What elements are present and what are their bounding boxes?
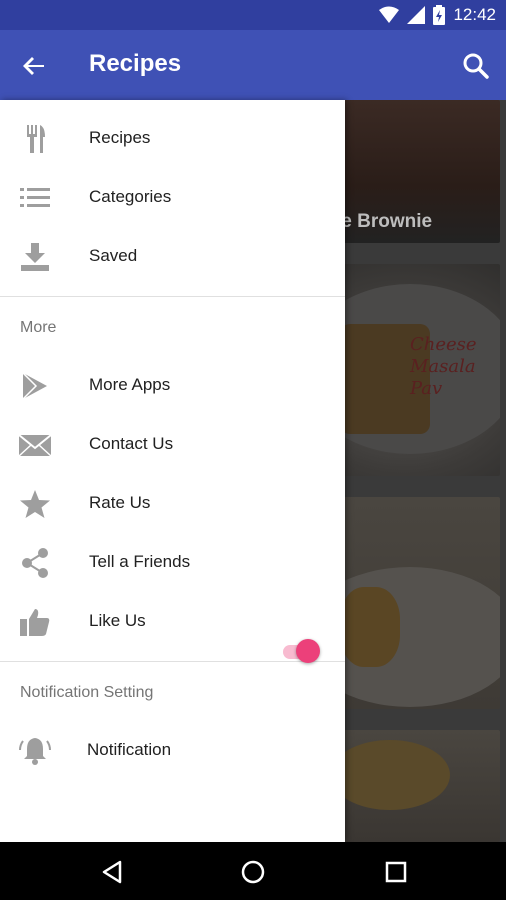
star-icon	[18, 488, 52, 520]
signal-icon	[407, 6, 426, 24]
drawer-item-recipes[interactable]: Recipes	[0, 110, 345, 168]
drawer-item-label: Rate Us	[89, 493, 151, 512]
status-bar: 12:42	[0, 0, 506, 30]
drawer-item-label: Tell a Friends	[89, 552, 191, 571]
drawer-item-notification: Notification	[0, 722, 345, 780]
drawer-item-saved[interactable]: Saved	[0, 228, 345, 286]
recipe-card-script: Cheese Masala Pav	[410, 334, 477, 399]
toggle-thumb	[296, 639, 320, 663]
list-icon	[18, 182, 52, 214]
section-header-notification-setting: Notification Setting	[20, 684, 154, 701]
drawer-item-label: Notification	[87, 740, 172, 759]
wifi-icon	[379, 6, 400, 23]
notification-toggle[interactable]	[283, 637, 323, 667]
drawer-item-rate-us[interactable]: Rate Us	[0, 475, 345, 533]
nav-back-icon	[102, 860, 122, 884]
download-icon	[18, 241, 52, 273]
app-title: Recipes	[89, 50, 182, 77]
drawer-item-label: Saved	[89, 246, 138, 265]
drawer-item-label: Categories	[89, 187, 172, 206]
drawer-divider	[0, 296, 345, 297]
battery-icon	[433, 5, 446, 25]
recipe-image-food	[330, 740, 450, 810]
share-icon	[18, 547, 52, 579]
nav-home-button[interactable]	[237, 856, 269, 888]
nav-home-icon	[241, 860, 265, 884]
drawer-item-label: Like Us	[89, 611, 146, 630]
search-button[interactable]	[460, 50, 492, 82]
drawer-item-label: Contact Us	[89, 434, 174, 453]
drawer-item-label: Recipes	[89, 128, 151, 147]
arrow-back-icon	[23, 57, 44, 75]
status-time: 12:42	[453, 5, 496, 24]
system-nav-bar	[0, 842, 506, 900]
search-icon	[463, 53, 489, 79]
app-bar: Recipes	[0, 30, 506, 100]
back-button[interactable]	[18, 50, 50, 82]
mail-icon	[18, 429, 52, 461]
nav-recents-button[interactable]	[380, 856, 412, 888]
nav-recents-icon	[385, 861, 407, 883]
play-store-icon	[18, 370, 52, 402]
section-header-more: More	[20, 319, 57, 336]
fork-knife-icon	[18, 123, 52, 155]
nav-back-button[interactable]	[96, 856, 128, 888]
thumbs-up-icon	[18, 606, 52, 638]
drawer-item-categories[interactable]: Categories	[0, 169, 345, 227]
recipe-image-food	[340, 587, 400, 667]
drawer-item-tell-a-friend[interactable]: Tell a Friends	[0, 534, 345, 592]
drawer-item-label: More Apps	[89, 375, 171, 394]
status-icons: 12:42	[379, 5, 496, 25]
navigation-drawer: Recipes Categories Saved More More Apps …	[0, 100, 345, 842]
drawer-item-more-apps[interactable]: More Apps	[0, 357, 345, 415]
drawer-item-contact-us[interactable]: Contact Us	[0, 416, 345, 474]
bell-icon	[18, 735, 52, 767]
